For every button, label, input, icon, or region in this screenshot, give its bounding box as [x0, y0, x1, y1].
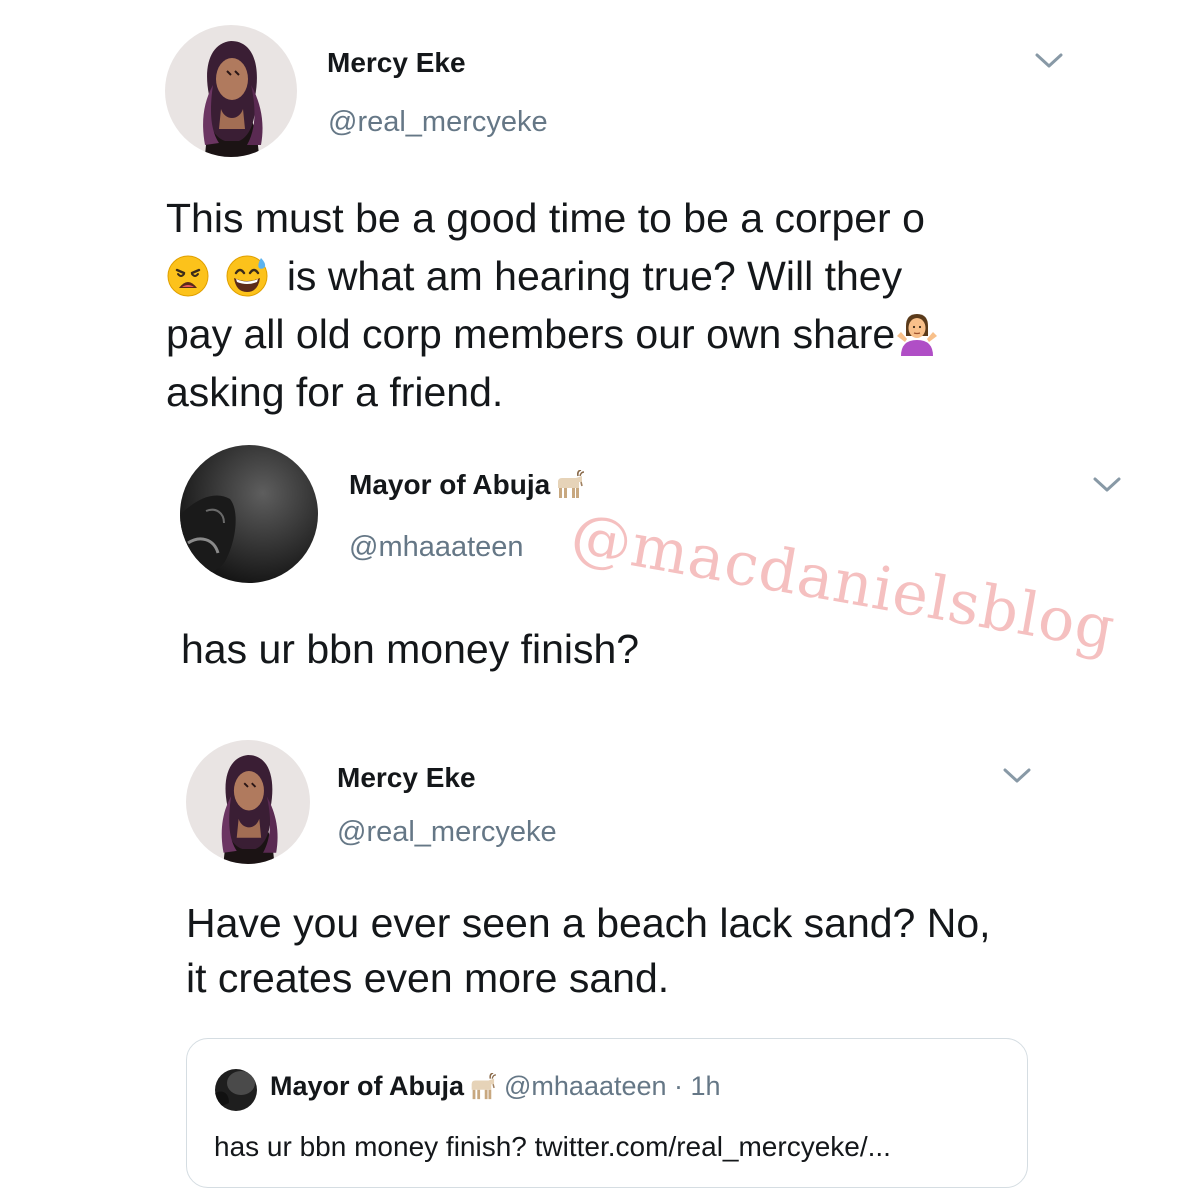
tweet-text-line: This must be a good time to be a corper … [166, 195, 925, 241]
chevron-down-icon[interactable] [1034, 52, 1064, 70]
chevron-down-icon[interactable] [1002, 767, 1032, 785]
user-handle[interactable]: @real_mercyeke [328, 106, 548, 139]
tweet-text: has ur bbn money finish? [181, 620, 639, 678]
tweet-text: This must be a good time to be a corper … [166, 189, 939, 421]
tweet-text-line: has ur bbn money finish? [181, 626, 640, 672]
display-name[interactable]: Mercy Eke [327, 47, 466, 79]
tweet-text-segment: pay all old corp members our own share [166, 311, 896, 357]
tweet-text: Have you ever seen a beach lack sand? No… [186, 896, 991, 1006]
avatar[interactable] [180, 445, 318, 583]
tweet-text-segment: is what am hearing true? Will they [286, 253, 903, 299]
tweet-text-line: asking for a friend. [166, 369, 504, 415]
display-name[interactable]: Mayor of Abuja [349, 469, 550, 500]
weary-face-emoji [166, 254, 210, 298]
goat-emoji [466, 1073, 497, 1101]
tweet-text-line: it creates even more sand. [186, 955, 670, 1001]
avatar[interactable] [186, 740, 310, 864]
display-name-row[interactable]: Mayor of Abuja [349, 469, 585, 501]
grinning-sweat-emoji [225, 254, 269, 298]
tweet-1[interactable]: Mercy Eke @real_mercyeke This must be a … [0, 0, 1200, 430]
tweet-screenshot: Mercy Eke @real_mercyeke This must be a … [0, 0, 1200, 1200]
person-shrugging-emoji [895, 312, 939, 356]
quoted-tweet-card[interactable]: Mayor of Abuja @mhaaateen · 1h has ur bb… [186, 1038, 1028, 1188]
tweet-text-line: Have you ever seen a beach lack sand? No… [186, 900, 991, 946]
quoted-tweet-text: has ur bbn money finish? twitter.com/rea… [214, 1131, 891, 1162]
avatar[interactable] [165, 25, 297, 157]
quoted-handle-time: @mhaaateen · 1h [504, 1071, 721, 1101]
tweet-text-line-with-emojis: is what am hearing true? Will they [166, 247, 939, 305]
user-handle[interactable]: @mhaaateen [349, 531, 524, 564]
avatar [215, 1069, 257, 1111]
quoted-tweet-header: Mayor of Abuja @mhaaateen · 1h [270, 1071, 721, 1102]
goat-emoji [552, 470, 585, 500]
tweet-text-line-with-emoji: pay all old corp members our own share [166, 305, 939, 363]
quoted-display-name: Mayor of Abuja [270, 1071, 465, 1101]
display-name[interactable]: Mercy Eke [337, 762, 476, 794]
user-handle[interactable]: @real_mercyeke [337, 816, 557, 849]
chevron-down-icon[interactable] [1092, 476, 1122, 494]
